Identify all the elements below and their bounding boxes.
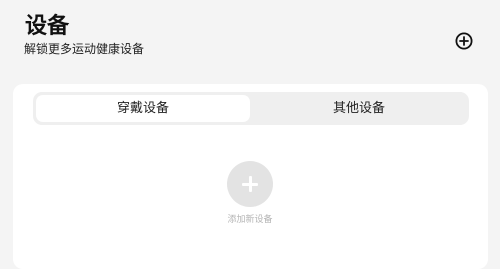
tab-wearable-devices[interactable]: 穿戴设备 bbox=[36, 95, 250, 122]
page-subtitle: 解锁更多运动健康设备 bbox=[24, 42, 145, 56]
device-tabs: 穿戴设备 其他设备 bbox=[33, 92, 469, 125]
add-new-device-label[interactable]: 添加新设备 bbox=[200, 212, 300, 225]
plus-circle-icon bbox=[455, 32, 473, 50]
add-device-button[interactable] bbox=[455, 32, 473, 50]
add-new-device-button[interactable] bbox=[227, 161, 273, 207]
tab-other-devices[interactable]: 其他设备 bbox=[252, 95, 466, 122]
devices-card: 穿戴设备 其他设备 添加新设备 bbox=[13, 84, 488, 269]
page-title: 设备 bbox=[25, 14, 70, 39]
